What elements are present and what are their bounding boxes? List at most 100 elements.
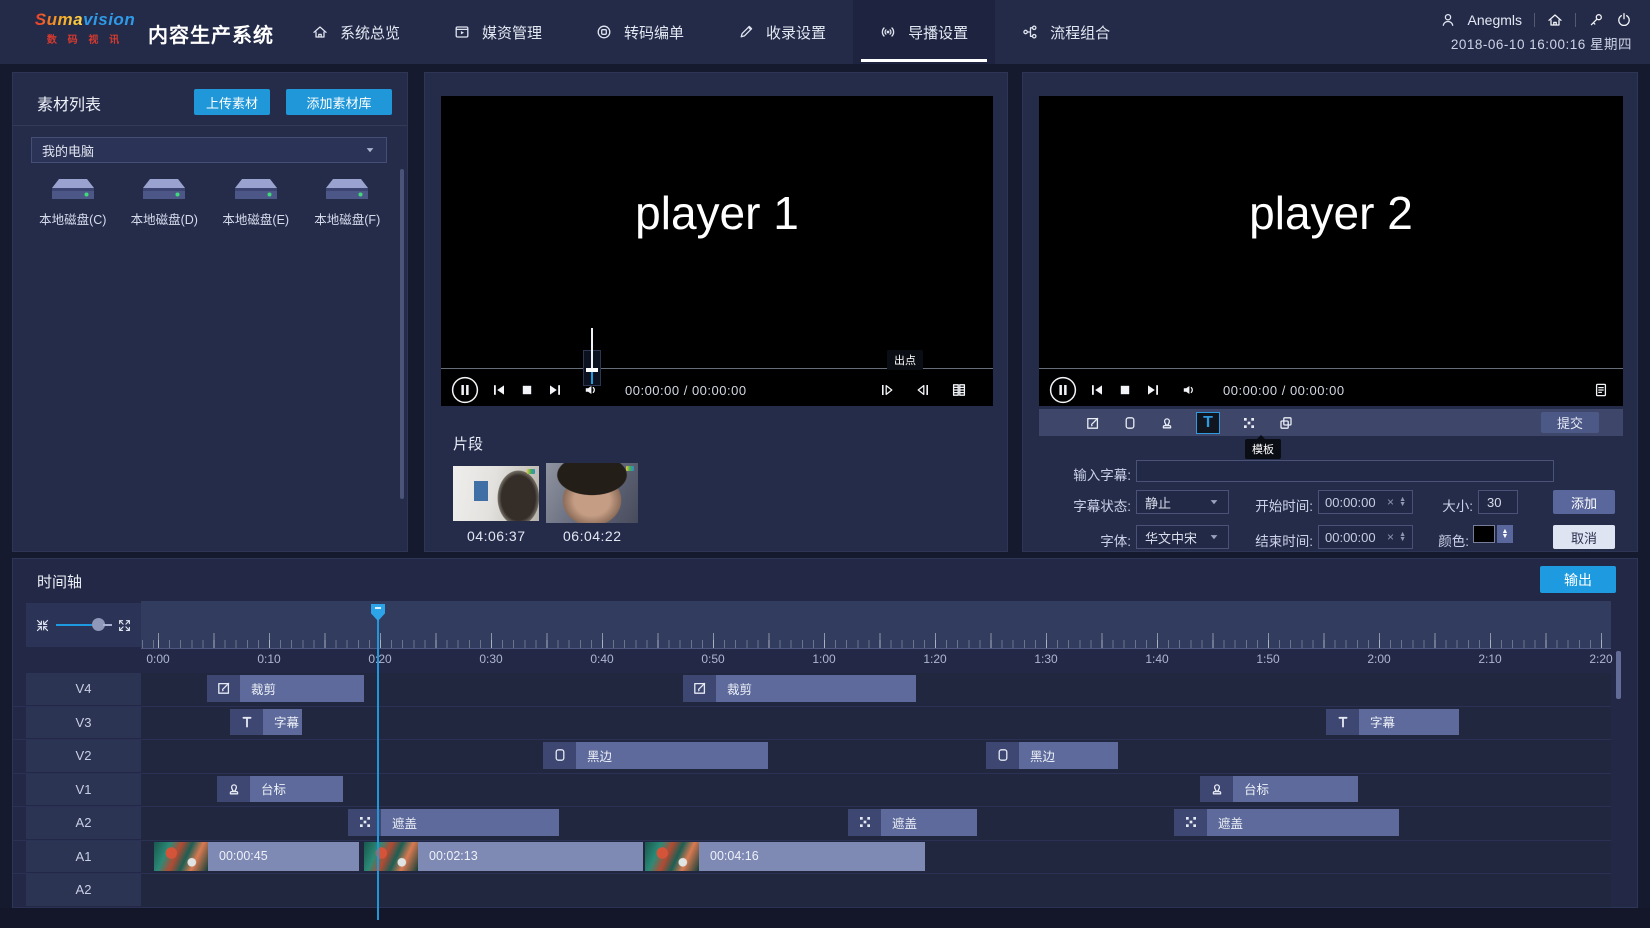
size-input[interactable] [1478,490,1518,514]
split-clip-button[interactable] [951,382,967,398]
chevron-down-icon [1208,496,1220,508]
in-point-button[interactable] [879,382,895,398]
bottom-strip [0,908,1650,928]
start-time-spinbox[interactable]: 00:00:00 × ▲▼ [1318,490,1413,514]
clear-icon[interactable]: × [1387,530,1394,544]
nav-item-transcode[interactable]: 转码编单 [569,0,711,64]
nav-item-system-overview[interactable]: 系统总览 [285,0,427,64]
subtitle-input-label: 输入字幕: [1055,464,1131,484]
volume-button[interactable] [583,382,599,398]
end-time-spinbox[interactable]: 00:00:00 × ▲▼ [1318,525,1413,549]
clip-label: 遮盖 [381,813,428,832]
timeline-clip[interactable]: 裁剪 [207,675,364,702]
settings-wrench-icon[interactable] [1588,12,1604,28]
disk-item-f[interactable]: 本地磁盘(F) [302,177,394,228]
subtitle-tool-icon[interactable]: T [1196,412,1220,434]
timeline-clip[interactable]: 台标 [217,776,343,803]
ruler-label: 0:30 [461,652,521,666]
zoom-slider-knob[interactable] [92,618,105,631]
crop-tool-icon[interactable] [1085,415,1101,431]
timeline-clip[interactable]: 黑边 [986,742,1118,769]
cancel-button[interactable]: 取消 [1553,525,1615,549]
previous-button[interactable] [1089,382,1105,398]
volume-button[interactable] [1181,382,1197,398]
timeline-clip[interactable]: 00:02:13 [364,842,643,872]
font-select[interactable]: 华文中宋 [1136,525,1229,549]
disk-item-d[interactable]: 本地磁盘(D) [119,177,211,228]
zoom-out-icon[interactable] [35,618,50,633]
add-library-button[interactable]: 添加素材库 [286,89,392,115]
clip-label: 裁剪 [716,679,763,698]
ruler-label: 0:00 [128,652,188,666]
timeline-clip[interactable]: 00:00:45 [154,842,359,872]
submit-button[interactable]: 提交 [1541,412,1599,433]
ruler-label: 1:40 [1127,652,1187,666]
audio-clip-thumbnail [154,842,208,872]
upload-material-button[interactable]: 上传素材 [194,89,270,115]
timeline-clip[interactable]: 遮盖 [848,809,977,836]
timeline-clip[interactable]: 裁剪 [683,675,916,702]
add-button[interactable]: 添加 [1553,490,1615,514]
next-button[interactable] [547,382,563,398]
timeline-clip[interactable]: 台标 [1200,776,1358,803]
stop-button[interactable] [519,382,535,398]
previous-button[interactable] [491,382,507,398]
subtitle-text-input[interactable] [1136,460,1554,482]
timeline-clip[interactable]: 遮盖 [348,809,559,836]
subtitle-state-select[interactable]: 静止 [1136,490,1229,514]
color-swatch[interactable] [1473,525,1495,543]
next-button[interactable] [1145,382,1161,398]
scrollbar[interactable] [400,169,404,499]
nav-item-record-settings[interactable]: 收录设置 [711,0,853,64]
end-time-label: 结束时间: [1237,530,1313,550]
pause-button[interactable] [1049,376,1077,404]
home-button-icon[interactable] [1547,12,1563,28]
location-dropdown[interactable]: 我的电脑 [31,137,387,163]
nav-item-director-settings[interactable]: 导播设置 [853,0,995,64]
output-button[interactable]: 输出 [1540,566,1616,593]
clip-thumbnail-2[interactable] [546,463,638,523]
spinner-arrows-icon[interactable]: ▲▼ [1399,497,1406,507]
template-tool-icon[interactable] [1278,415,1294,431]
nav-item-flow-combination[interactable]: 流程组合 [995,0,1137,64]
top-nav: Sumavision 数 码 视 讯 内容生产系统 系统总览 媒资管理 转码编单… [0,0,1650,64]
disk-label: 本地磁盘(D) [131,209,198,228]
zoom-slider[interactable] [56,624,112,626]
clip-thumbnail-1[interactable] [453,466,539,521]
timeline-clip[interactable]: 字幕 [1326,709,1459,736]
playlist-icon[interactable] [1593,382,1609,398]
spinner-arrows-icon[interactable]: ▲▼ [1399,532,1406,542]
nav-item-label: 导播设置 [908,22,968,43]
timeline-ruler[interactable] [141,601,1611,649]
materials-panel: 素材列表 上传素材 添加素材库 我的电脑 本地磁盘(C) 本地磁盘(D) 本地磁… [12,72,408,552]
mask-tool-icon[interactable] [1241,415,1257,431]
clear-icon[interactable]: × [1387,495,1394,509]
timeline-track-row: V1台标台标 [13,774,1611,808]
timeline-clip[interactable]: 黑边 [543,742,768,769]
volume-slider-knob[interactable] [586,368,598,372]
ruler-label: 0:40 [572,652,632,666]
pause-button[interactable] [451,376,479,404]
disk-list: 本地磁盘(C) 本地磁盘(D) 本地磁盘(E) 本地磁盘(F) [27,177,393,228]
nav-item-label: 收录设置 [766,22,826,43]
timeline-clip[interactable]: 字幕 [230,709,302,736]
timeline-scrollbar[interactable] [1616,651,1621,699]
player2-title: player 2 [1039,186,1623,240]
player1-right-controls [879,376,967,404]
timeline-panel: 时间轴 输出 0:000:100:200:300:400:501:001:201… [12,558,1638,908]
color-spinner-icon[interactable]: ▲▼ [1497,525,1513,543]
timeline-clip[interactable]: 00:04:16 [645,842,925,872]
black-border-tool-icon[interactable] [1122,415,1138,431]
out-point-button[interactable] [915,382,931,398]
player2-progress-bar[interactable] [1039,368,1623,369]
disk-item-e[interactable]: 本地磁盘(E) [210,177,302,228]
timeline-clip[interactable]: 遮盖 [1174,809,1399,836]
stop-button[interactable] [1117,382,1133,398]
station-logo-tool-icon[interactable] [1159,415,1175,431]
disk-label: 本地磁盘(F) [314,209,380,228]
clip-label: 字幕 [263,712,302,731]
nav-item-media-management[interactable]: 媒资管理 [427,0,569,64]
disk-item-c[interactable]: 本地磁盘(C) [27,177,119,228]
power-icon[interactable] [1616,12,1632,28]
zoom-in-icon[interactable] [117,618,132,633]
